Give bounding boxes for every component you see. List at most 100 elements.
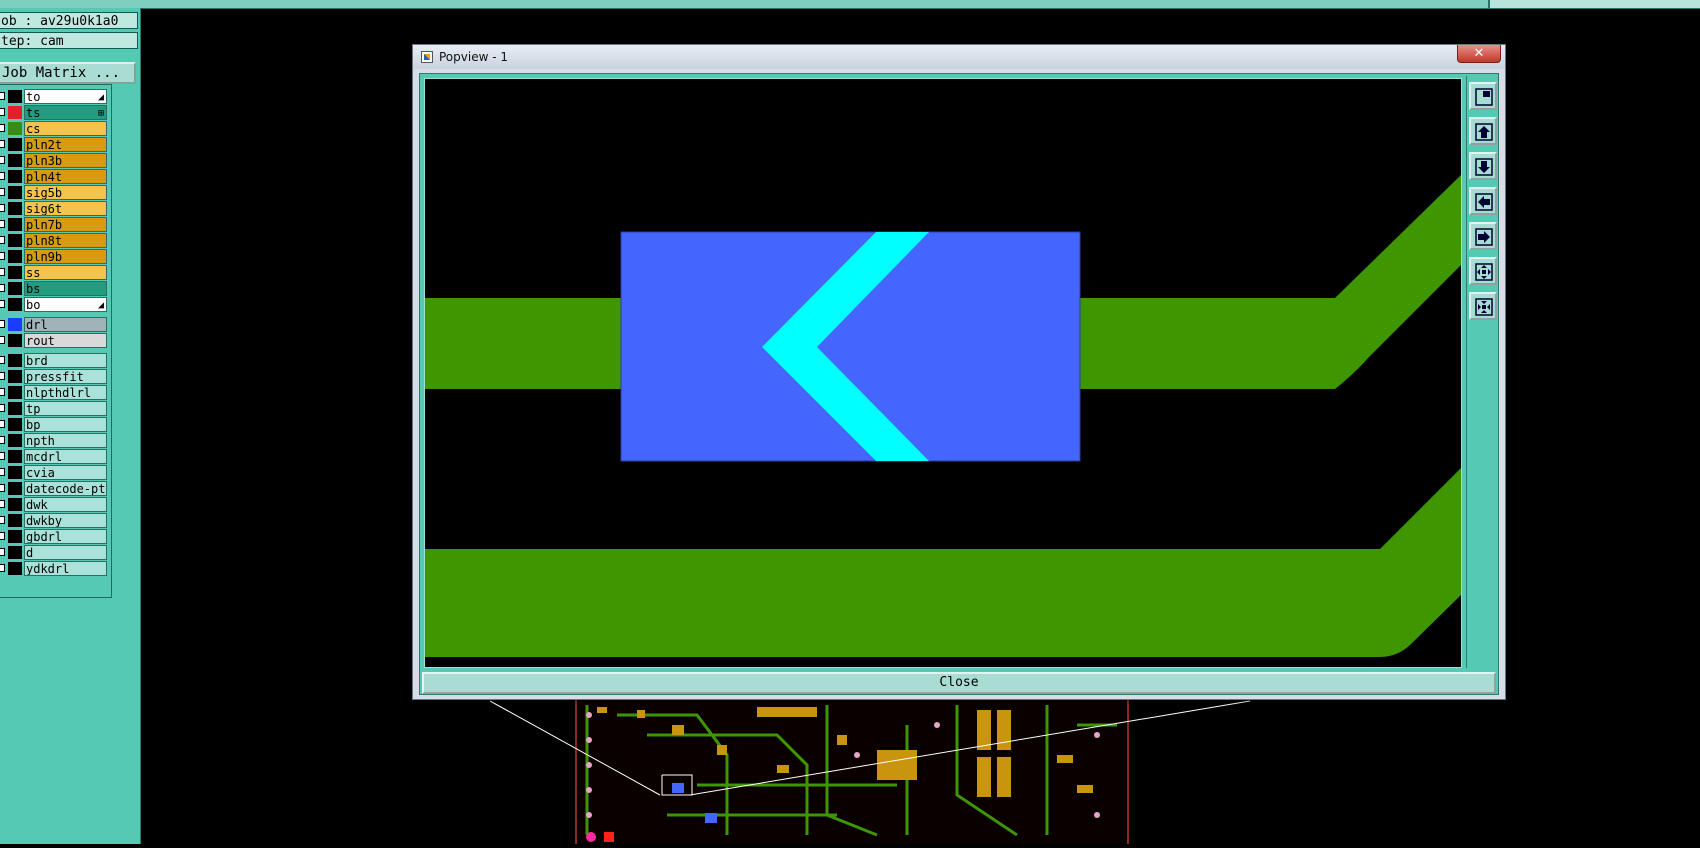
layer-color-swatch[interactable] — [8, 218, 22, 231]
layer-checkbox[interactable] — [0, 388, 5, 396]
layer-color-swatch[interactable] — [8, 186, 22, 199]
layer-color-swatch[interactable] — [8, 122, 22, 135]
layer-row-tp[interactable]: tp — [0, 401, 109, 416]
layer-checkbox[interactable] — [0, 140, 5, 148]
layer-checkbox[interactable] — [0, 156, 5, 164]
layer-color-swatch[interactable] — [8, 418, 22, 431]
layer-color-swatch[interactable] — [8, 530, 22, 543]
layer-row-cvia[interactable]: cvia — [0, 465, 109, 480]
window-close-button[interactable]: ✕ — [1457, 45, 1501, 63]
layer-checkbox[interactable] — [0, 500, 5, 508]
layer-row-pressfit[interactable]: pressfit — [0, 369, 109, 384]
layer-name[interactable]: bp — [24, 417, 107, 432]
layer-checkbox[interactable] — [0, 532, 5, 540]
layer-checkbox[interactable] — [0, 372, 5, 380]
layer-name[interactable]: pln9b — [24, 249, 107, 264]
layer-name[interactable]: pln3b — [24, 153, 107, 168]
layer-color-swatch[interactable] — [8, 562, 22, 575]
layer-color-swatch[interactable] — [8, 234, 22, 247]
layer-row-npth[interactable]: npth — [0, 433, 109, 448]
layer-row-sig5b[interactable]: sig5b — [0, 185, 109, 200]
zoom-fit-button[interactable] — [1469, 82, 1497, 110]
layer-color-swatch[interactable] — [8, 386, 22, 399]
page-right-button[interactable] — [1469, 222, 1497, 250]
layer-row-pln9b[interactable]: pln9b — [0, 249, 109, 264]
layer-checkbox[interactable] — [0, 124, 5, 132]
layer-row-bp[interactable]: bp — [0, 417, 109, 432]
layer-checkbox[interactable] — [0, 436, 5, 444]
layer-checkbox[interactable] — [0, 220, 5, 228]
layer-row-drl[interactable]: drl — [0, 317, 109, 332]
layer-row-pln3b[interactable]: pln3b — [0, 153, 109, 168]
layer-name[interactable]: pln7b — [24, 217, 107, 232]
layer-checkbox[interactable] — [0, 468, 5, 476]
layer-color-swatch[interactable] — [8, 282, 22, 295]
layer-name[interactable]: dwkby — [24, 513, 107, 528]
layer-name[interactable]: bs — [24, 281, 107, 296]
page-down-button[interactable] — [1469, 152, 1497, 180]
layer-row-ydkdrl[interactable]: ydkdrl — [0, 561, 109, 576]
layer-name[interactable]: pln8t — [24, 233, 107, 248]
layer-name[interactable]: tp — [24, 401, 107, 416]
layer-color-swatch[interactable] — [8, 482, 22, 495]
layer-checkbox[interactable] — [0, 420, 5, 428]
layer-name[interactable]: pln4t — [24, 169, 107, 184]
popview-titlebar[interactable]: Popview - 1 ✕ — [413, 45, 1505, 69]
layer-color-swatch[interactable] — [8, 298, 22, 311]
layer-checkbox[interactable] — [0, 300, 5, 308]
layer-name[interactable]: pln2t — [24, 137, 107, 152]
layer-row-ss[interactable]: ss — [0, 265, 109, 280]
layer-color-swatch[interactable] — [8, 202, 22, 215]
job-matrix-button[interactable]: Job Matrix ... — [0, 62, 136, 84]
layer-color-swatch[interactable] — [8, 170, 22, 183]
layer-row-brd[interactable]: brd — [0, 353, 109, 368]
layer-row-sig6t[interactable]: sig6t — [0, 201, 109, 216]
layer-row-pln2t[interactable]: pln2t — [0, 137, 109, 152]
layer-checkbox[interactable] — [0, 320, 5, 328]
close-button[interactable]: Close — [422, 672, 1496, 694]
layer-checkbox[interactable] — [0, 356, 5, 364]
layer-color-swatch[interactable] — [8, 546, 22, 559]
layer-checkbox[interactable] — [0, 452, 5, 460]
layer-row-bo[interactable]: bo ◢ — [0, 297, 109, 312]
layer-row-cs[interactable]: cs — [0, 121, 109, 136]
layer-checkbox[interactable] — [0, 204, 5, 212]
layer-checkbox[interactable] — [0, 516, 5, 524]
page-up-button[interactable] — [1469, 117, 1497, 145]
layer-checkbox[interactable] — [0, 404, 5, 412]
layer-name[interactable]: dwk — [24, 497, 107, 512]
layer-name[interactable]: to ◢ — [24, 89, 107, 104]
layer-name[interactable]: bo ◢ — [24, 297, 107, 312]
layer-row-pln8t[interactable]: pln8t — [0, 233, 109, 248]
layer-checkbox[interactable] — [0, 564, 5, 572]
layer-row-dwk[interactable]: dwk — [0, 497, 109, 512]
layer-name[interactable]: d — [24, 545, 107, 560]
layer-color-swatch[interactable] — [8, 402, 22, 415]
layer-name[interactable]: sig5b — [24, 185, 107, 200]
layer-row-ts[interactable]: ts ⊞ — [0, 105, 109, 120]
layer-row-rout[interactable]: rout — [0, 333, 109, 348]
layer-row-d[interactable]: d — [0, 545, 109, 560]
layer-name[interactable]: gbdrl — [24, 529, 107, 544]
layer-row-bs[interactable]: bs — [0, 281, 109, 296]
layer-checkbox[interactable] — [0, 484, 5, 492]
layer-checkbox[interactable] — [0, 188, 5, 196]
layer-checkbox[interactable] — [0, 268, 5, 276]
layer-row-dwkby[interactable]: dwkby — [0, 513, 109, 528]
layer-color-swatch[interactable] — [8, 266, 22, 279]
layer-checkbox[interactable] — [0, 172, 5, 180]
layer-name[interactable]: nlpthdlrl — [24, 385, 107, 400]
layer-checkbox[interactable] — [0, 92, 5, 100]
layer-checkbox[interactable] — [0, 252, 5, 260]
layer-color-swatch[interactable] — [8, 90, 22, 103]
layer-checkbox[interactable] — [0, 548, 5, 556]
layer-name[interactable]: sig6t — [24, 201, 107, 216]
layer-name[interactable]: ydkdrl — [24, 561, 107, 576]
layer-row-pln4t[interactable]: pln4t — [0, 169, 109, 184]
layer-color-swatch[interactable] — [8, 106, 22, 119]
layer-color-swatch[interactable] — [8, 334, 22, 347]
zoom-canvas[interactable] — [424, 78, 1462, 668]
layer-row-gbdrl[interactable]: gbdrl — [0, 529, 109, 544]
layer-checkbox[interactable] — [0, 284, 5, 292]
layer-name[interactable]: datecode-ptc — [24, 481, 107, 496]
